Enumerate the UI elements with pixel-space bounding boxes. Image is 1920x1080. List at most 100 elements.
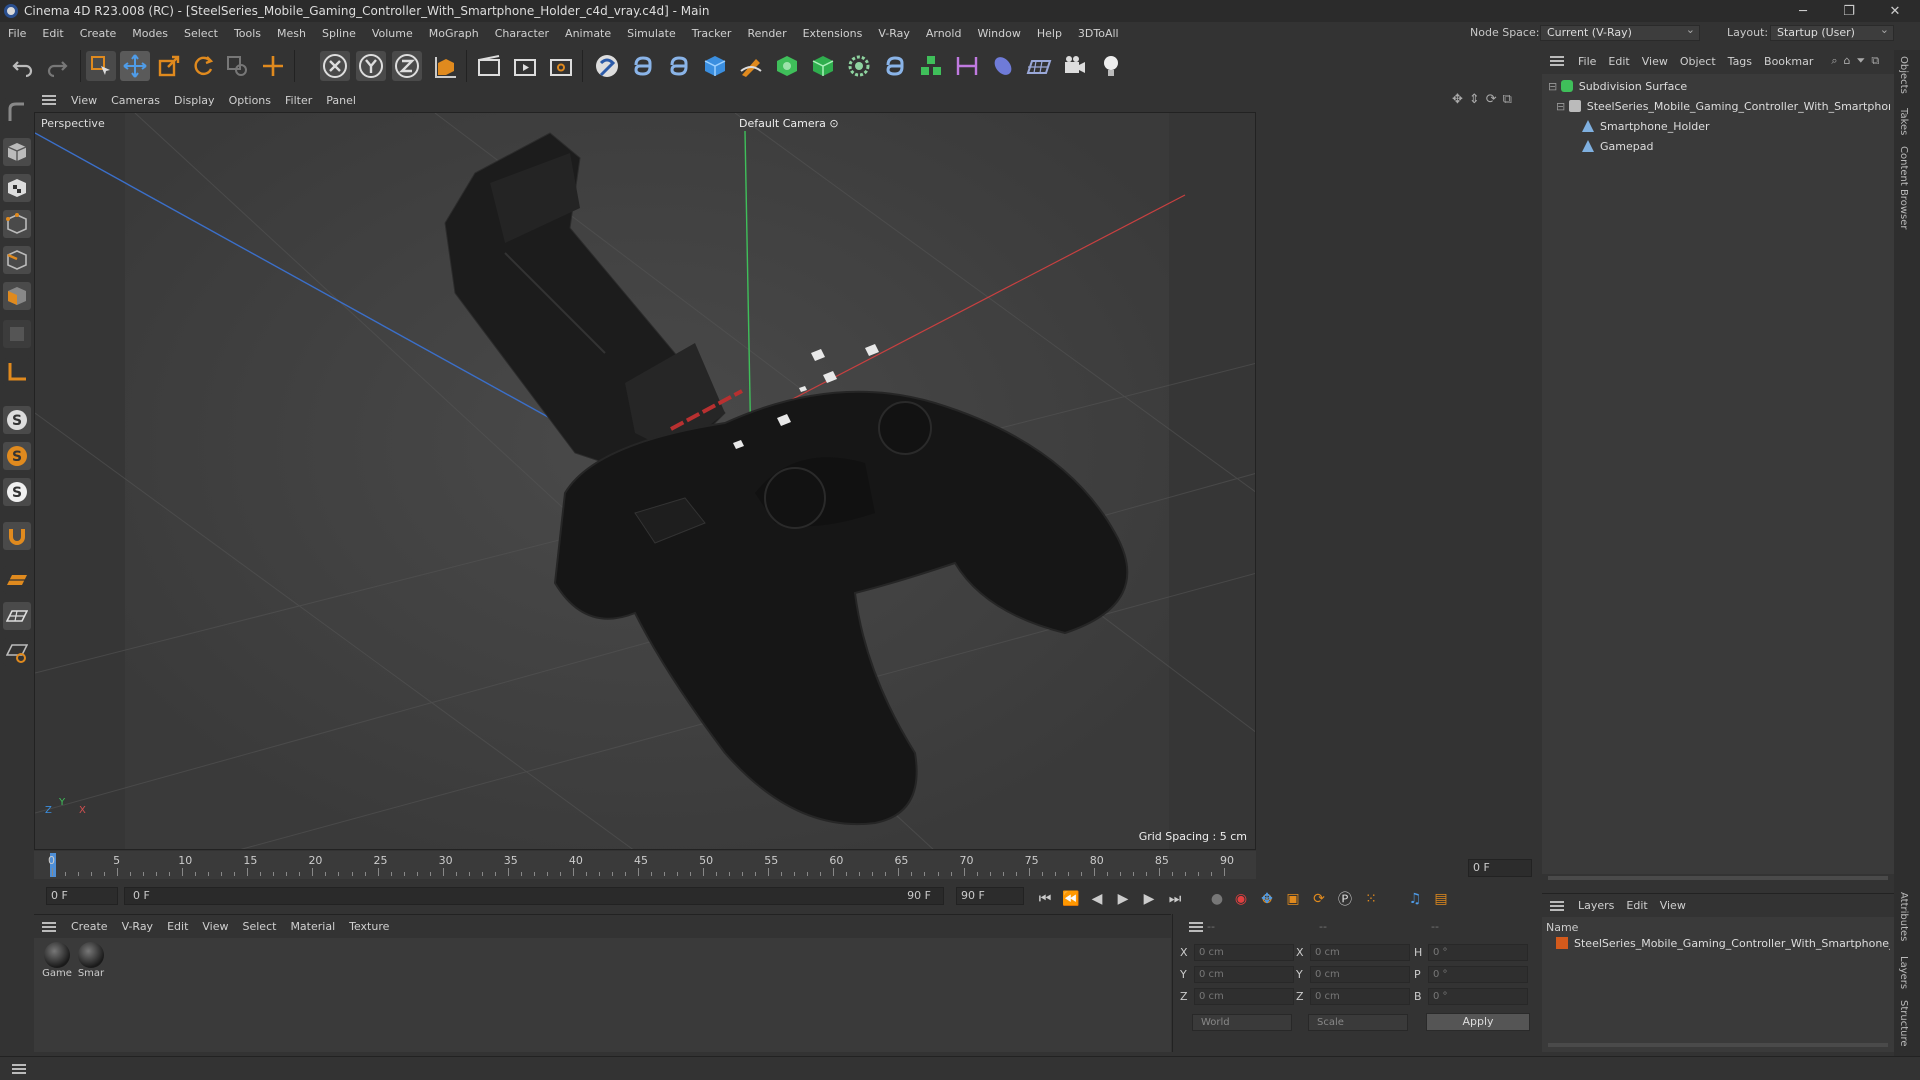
menu-select[interactable]: Select: [176, 27, 226, 40]
menu-character[interactable]: Character: [487, 27, 557, 40]
deformer-button[interactable]: [844, 51, 874, 81]
menu-render[interactable]: Render: [739, 27, 794, 40]
current-frame-field[interactable]: 0 F: [1468, 859, 1532, 877]
layer-item[interactable]: SteelSeries_Mobile_Gaming_Controller_Wit…: [1556, 937, 1890, 950]
layer-color-swatch[interactable]: [1556, 937, 1568, 949]
motion-mode-icon[interactable]: ♫: [1404, 888, 1426, 910]
tab-content-browser[interactable]: Content Browser: [1898, 146, 1909, 229]
key-rotation-icon[interactable]: ⟳: [1308, 888, 1330, 910]
menu-mesh[interactable]: Mesh: [269, 27, 314, 40]
menu-help[interactable]: Help: [1029, 27, 1070, 40]
snap-button-3[interactable]: S: [3, 478, 31, 506]
point-mode-button[interactable]: [3, 210, 31, 238]
pos-z-field[interactable]: 0 cm: [1194, 988, 1294, 1005]
locked-workplane-button[interactable]: [3, 638, 31, 666]
size-z-field[interactable]: 0 cm: [1310, 988, 1410, 1005]
python-script-button-3[interactable]: [880, 51, 910, 81]
menu-create[interactable]: Create: [72, 27, 125, 40]
viewport-menu-cameras[interactable]: Cameras: [104, 94, 167, 107]
menu-tools[interactable]: Tools: [226, 27, 269, 40]
menu-animate[interactable]: Animate: [557, 27, 619, 40]
render-view-button[interactable]: [474, 51, 504, 81]
object-menu-view[interactable]: View: [1636, 55, 1674, 68]
menu-window[interactable]: Window: [969, 27, 1028, 40]
python-script-button-1[interactable]: [628, 51, 658, 81]
tab-takes[interactable]: Takes: [1898, 108, 1909, 135]
maximize-button[interactable]: ❐: [1826, 0, 1872, 22]
tab-layers[interactable]: Layers: [1898, 956, 1909, 989]
go-to-end-button[interactable]: ⏭: [1164, 888, 1186, 910]
tree-collapse-icon[interactable]: ⊟: [1556, 100, 1565, 113]
menu-spline[interactable]: Spline: [314, 27, 364, 40]
viewport-menu-icon[interactable]: [42, 95, 56, 105]
material-menu-texture[interactable]: Texture: [342, 920, 396, 933]
scale-sphere-button[interactable]: [222, 51, 252, 81]
lock-z-axis-button[interactable]: [392, 51, 422, 81]
size-x-field[interactable]: 0 cm: [1310, 944, 1410, 961]
menu-edit[interactable]: Edit: [34, 27, 71, 40]
menu-file[interactable]: File: [0, 27, 34, 40]
coordinate-system-button[interactable]: [430, 51, 460, 81]
live-selection-button[interactable]: [86, 51, 116, 81]
rotate-tool-button[interactable]: [188, 51, 218, 81]
object-menu-edit[interactable]: Edit: [1602, 55, 1635, 68]
material-menu-create[interactable]: Create: [64, 920, 115, 933]
transform-mode-dropdown[interactable]: Scale: [1308, 1014, 1408, 1031]
material-gamepad[interactable]: Game: [42, 942, 72, 979]
node-space-dropdown[interactable]: Current (V-Ray): [1540, 23, 1700, 41]
menu-volume[interactable]: Volume: [364, 27, 421, 40]
go-to-start-button[interactable]: ⏮: [1034, 888, 1056, 910]
menu-extensions[interactable]: Extensions: [795, 27, 871, 40]
magnet-button[interactable]: [3, 522, 31, 550]
close-button[interactable]: ✕: [1872, 0, 1918, 22]
object-menu-icon[interactable]: [1550, 56, 1564, 66]
status-menu-icon[interactable]: [12, 1064, 26, 1074]
previous-key-button[interactable]: ⏪: [1060, 888, 1082, 910]
camera-button[interactable]: [1060, 51, 1090, 81]
viewport-menu-filter[interactable]: Filter: [278, 94, 319, 107]
material-menu-select[interactable]: Select: [236, 920, 284, 933]
material-menu-vray[interactable]: V-Ray: [115, 920, 161, 933]
previous-frame-button[interactable]: ◀: [1086, 888, 1108, 910]
snap-button-1[interactable]: S: [3, 406, 31, 434]
key-pla-icon[interactable]: ⁙: [1360, 888, 1382, 910]
solo-mode-button[interactable]: [3, 320, 31, 348]
layer-menu-icon[interactable]: [1550, 900, 1564, 911]
layer-menu-view[interactable]: View: [1654, 899, 1692, 912]
vray-button[interactable]: [592, 51, 622, 81]
scale-tool-button[interactable]: [154, 51, 184, 81]
make-editable-button[interactable]: [3, 98, 31, 126]
object-tree-horizontal-scrollbar[interactable]: [1548, 876, 1888, 880]
axis-mode-button[interactable]: [3, 358, 31, 386]
pen-spline-button[interactable]: [736, 51, 766, 81]
rot-h-field[interactable]: 0 °: [1428, 944, 1528, 961]
coordinate-system-dropdown[interactable]: World: [1192, 1014, 1292, 1031]
grid-button[interactable]: [3, 602, 31, 630]
tree-item-subdivision-surface[interactable]: ⊟ Subdivision Surface: [1548, 80, 1687, 93]
material-menu-view[interactable]: View: [195, 920, 235, 933]
viewport-menu-options[interactable]: Options: [222, 94, 278, 107]
generator-button[interactable]: [808, 51, 838, 81]
tab-structure[interactable]: Structure: [1898, 1000, 1909, 1047]
render-picture-viewer-button[interactable]: [510, 51, 540, 81]
render-settings-button[interactable]: [546, 51, 576, 81]
layer-menu-edit[interactable]: Edit: [1620, 899, 1653, 912]
redo-button[interactable]: [42, 51, 72, 81]
viewport-camera-label[interactable]: Default Camera ⊙: [739, 117, 839, 130]
rot-p-field[interactable]: 0 °: [1428, 966, 1528, 983]
cube-primitive-button[interactable]: [700, 51, 730, 81]
object-search-filter-icons[interactable]: ⌕⌂⏷⧉: [1831, 54, 1885, 68]
rot-b-field[interactable]: 0 °: [1428, 988, 1528, 1005]
start-frame-field[interactable]: 0 F: [46, 887, 118, 905]
menu-tracker[interactable]: Tracker: [684, 27, 740, 40]
light-button[interactable]: [1096, 51, 1126, 81]
object-menu-tags[interactable]: Tags: [1722, 55, 1758, 68]
key-parameter-icon[interactable]: Ⓟ: [1334, 888, 1356, 910]
timeline-window-icon[interactable]: ▤: [1430, 888, 1452, 910]
lock-x-axis-button[interactable]: [320, 51, 350, 81]
tab-attributes[interactable]: Attributes: [1898, 892, 1909, 941]
transform-button[interactable]: [258, 51, 288, 81]
tree-item-steelseries-null[interactable]: ⊟ SteelSeries_Mobile_Gaming_Controller_W…: [1556, 100, 1890, 113]
floor-button[interactable]: [1024, 51, 1054, 81]
tree-item-gamepad[interactable]: Gamepad: [1582, 140, 1653, 153]
